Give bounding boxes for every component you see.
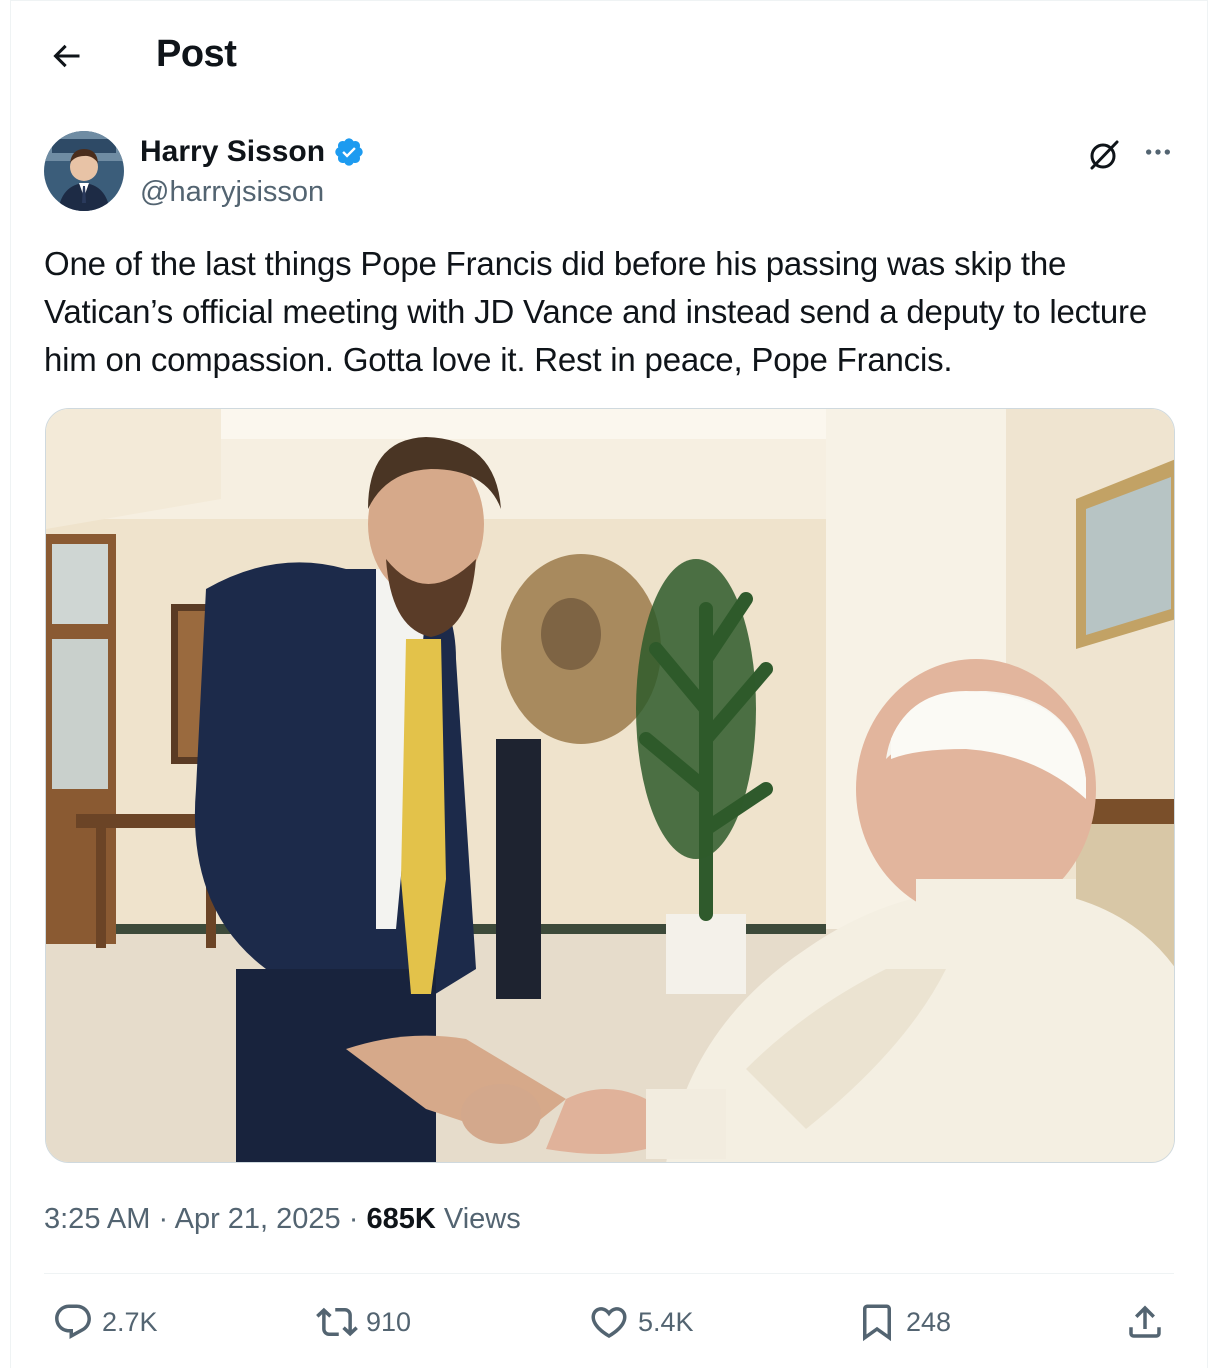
reply-button[interactable]: 2.7K [52,1298,158,1346]
reply-count: 2.7K [102,1306,158,1337]
post-text: One of the last things Pope Francis did … [44,245,1147,378]
share-icon [1129,1305,1161,1338]
back-button[interactable] [44,34,88,78]
like-count: 5.4K [638,1306,694,1337]
post-image[interactable] [45,408,1175,1163]
repost-icon [316,1307,358,1337]
views-count: 685K [366,1203,436,1235]
post-meta: 3:25 AM · Apr 21, 2025 · 685K Views [44,1200,521,1238]
author-handle[interactable]: @harryjsisson [140,174,324,210]
repost-button[interactable]: 910 [316,1298,411,1346]
arrow-left-icon [53,44,80,68]
share-button[interactable] [1124,1298,1166,1346]
bookmark-button[interactable]: 248 [856,1298,951,1346]
post-date[interactable]: Apr 21, 2025 [175,1203,341,1235]
meta-separator: · [348,1203,359,1235]
meta-separator: · [158,1203,169,1235]
more-horizontal-icon [1146,149,1170,155]
heart-icon [591,1307,627,1339]
reply-icon [55,1304,91,1339]
grok-icon [1090,140,1119,170]
more-options-button[interactable] [1136,130,1180,174]
bookmark-icon [863,1304,891,1342]
author-name[interactable]: Harry Sisson [140,134,365,170]
like-button[interactable]: 5.4K [588,1298,694,1346]
repost-count: 910 [366,1306,412,1337]
bookmark-count: 248 [906,1306,952,1337]
views-label: Views [443,1203,521,1235]
author-name-text: Harry Sisson [140,135,326,168]
avatar[interactable] [44,131,124,211]
page-title: Post [156,33,237,75]
divider [44,1273,1174,1274]
grok-button[interactable] [1082,133,1126,177]
verified-badge-icon [335,138,363,166]
post-time[interactable]: 3:25 AM [44,1203,150,1235]
